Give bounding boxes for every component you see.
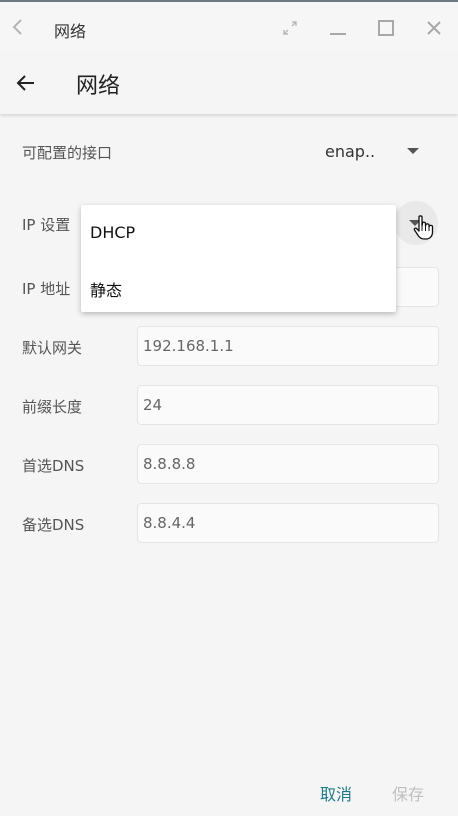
dropdown-option-dhcp[interactable]: DHCP xyxy=(90,223,135,242)
maximize-icon[interactable] xyxy=(374,16,398,40)
chevron-left-icon[interactable] xyxy=(9,16,27,38)
gateway-field[interactable]: 192.168.1.1 xyxy=(137,326,439,366)
interface-label: 可配置的接口 xyxy=(22,144,113,162)
cancel-button[interactable]: 取消 xyxy=(320,781,352,805)
pointer-cursor-icon xyxy=(412,214,436,242)
alternate-dns-field[interactable]: 8.8.4.4 xyxy=(137,503,439,543)
prefix-label: 前缀长度 xyxy=(22,398,83,416)
preferred-dns-field[interactable]: 8.8.8.8 xyxy=(137,444,439,484)
window-titlebar: 网络 xyxy=(0,0,458,52)
expand-icon[interactable] xyxy=(278,16,302,40)
interface-select[interactable]: enap.. xyxy=(325,142,375,161)
window-title: 网络 xyxy=(54,22,87,41)
arrow-back-icon[interactable] xyxy=(14,71,38,95)
alternate-dns-label: 备选DNS xyxy=(22,516,85,534)
prefix-length-field[interactable]: 24 xyxy=(137,385,439,425)
ip-setting-dropdown-menu: DHCP 静态 xyxy=(81,205,396,312)
caret-down-icon[interactable] xyxy=(407,148,419,154)
preferred-dns-label: 首选DNS xyxy=(22,457,85,475)
app-bar: 网络 xyxy=(0,52,458,114)
close-icon[interactable] xyxy=(422,16,446,40)
page-title: 网络 xyxy=(76,74,121,99)
gateway-label: 默认网关 xyxy=(22,339,83,357)
dropdown-option-static[interactable]: 静态 xyxy=(90,277,122,301)
save-button[interactable]: 保存 xyxy=(392,781,424,805)
ip-setting-label: IP 设置 xyxy=(22,216,71,234)
minimize-icon[interactable] xyxy=(326,16,350,40)
ip-address-label: IP 地址 xyxy=(22,280,71,298)
